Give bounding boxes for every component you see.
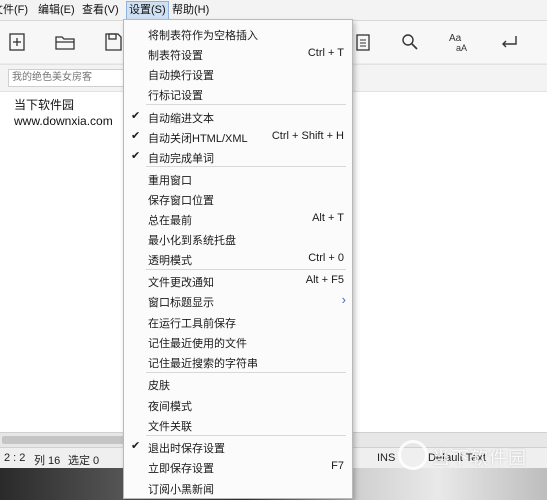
- menu-item-always-on-top[interactable]: 总在最前 Alt + T: [124, 208, 352, 228]
- status-position: 2 : 2: [4, 452, 26, 464]
- status-selected: 选定 0: [68, 455, 100, 467]
- menu-bar: 文件(F) 编辑(E) 查看(V) 设置(S) 帮助(H): [0, 0, 547, 21]
- menu-help[interactable]: 帮助(H): [172, 3, 209, 19]
- shortcut-label: Alt + T: [312, 212, 344, 224]
- return-icon[interactable]: [496, 29, 522, 55]
- svg-text:aA: aA: [456, 43, 467, 53]
- checkmark-icon: ✔: [131, 130, 141, 142]
- menu-item-word-wrap-settings[interactable]: 自动换行设置: [124, 63, 352, 83]
- menu-item-remember-recent-files[interactable]: 记住最近使用的文件: [124, 331, 352, 351]
- menu-item-save-window-position[interactable]: 保存窗口位置: [124, 188, 352, 208]
- checkmark-icon: ✔: [131, 150, 141, 162]
- menu-item-auto-indent[interactable]: ✔ 自动缩进文本: [124, 106, 352, 126]
- menu-item-minimize-to-tray[interactable]: 最小化到系统托盘: [124, 228, 352, 248]
- status-syntax: Default Text: [428, 452, 486, 464]
- menu-item-file-association[interactable]: 文件关联: [124, 414, 352, 434]
- menu-separator: [146, 104, 346, 105]
- settings-dropdown-menu: 将制表符作为空格插入 制表符设置 Ctrl + T 自动换行设置 行标记设置 ✔ 自…: [123, 19, 353, 499]
- menu-item-tab-settings[interactable]: 制表符设置 Ctrl + T: [124, 43, 352, 63]
- menu-item-save-before-tools[interactable]: 在运行工具前保存: [124, 311, 352, 331]
- menu-settings[interactable]: 设置(S): [126, 1, 169, 20]
- font-size-icon[interactable]: Aa aA: [447, 29, 473, 55]
- menu-item-auto-complete[interactable]: ✔ 自动完成单词: [124, 146, 352, 166]
- menu-item-save-settings-now[interactable]: 立即保存设置 F7: [124, 456, 352, 476]
- menu-item-line-marker-settings[interactable]: 行标记设置: [124, 83, 352, 103]
- shortcut-label: Ctrl + T: [307, 47, 344, 59]
- search-input[interactable]: [8, 69, 128, 87]
- new-file-icon[interactable]: [4, 29, 30, 55]
- status-insert-mode: INS: [377, 452, 396, 464]
- status-column: 列 16: [34, 455, 61, 467]
- menu-item-reuse-window[interactable]: 重用窗口: [124, 168, 352, 188]
- menu-edit[interactable]: 编辑(E): [38, 3, 75, 19]
- menu-item-auto-close-html[interactable]: ✔ 自动关闭HTML/XML Ctrl + Shift + H: [124, 126, 352, 146]
- shortcut-label: F7: [331, 460, 344, 472]
- search-icon[interactable]: [397, 29, 423, 55]
- menu-view[interactable]: 查看(V): [82, 3, 119, 19]
- menu-item-night-mode[interactable]: 夜间模式: [124, 394, 352, 414]
- menu-item-skin[interactable]: 皮肤: [124, 373, 352, 393]
- checkmark-icon: ✔: [131, 110, 141, 122]
- menu-item-remember-recent-searches[interactable]: 记住最近搜索的字符串: [124, 351, 352, 371]
- menu-item-save-settings-on-exit[interactable]: ✔ 退出时保存设置: [124, 436, 352, 456]
- menu-item-window-title-display[interactable]: 窗口标题显示 ›: [124, 290, 352, 310]
- menu-file[interactable]: 文件(F): [0, 3, 28, 19]
- checkmark-icon: ✔: [131, 440, 141, 452]
- menu-item-file-change-notify[interactable]: 文件更改通知 Alt + F5: [124, 270, 352, 290]
- chevron-right-icon: ›: [341, 292, 346, 307]
- editor-line[interactable]: 当下软件园: [14, 96, 74, 113]
- shortcut-label: Alt + F5: [305, 274, 344, 286]
- open-folder-icon[interactable]: [52, 29, 78, 55]
- menu-separator: [146, 166, 346, 167]
- shortcut-label: Ctrl + Shift + H: [271, 130, 344, 142]
- editor-line[interactable]: www.downxia.com: [14, 114, 113, 128]
- shortcut-label: Ctrl + 0: [308, 252, 344, 264]
- menu-item-subscribe-news[interactable]: 订阅小黑新闻: [124, 477, 352, 497]
- menu-item-transparent-mode[interactable]: 透明模式 Ctrl + 0: [124, 248, 352, 268]
- menu-item-insert-tab-as-spaces[interactable]: 将制表符作为空格插入: [124, 23, 352, 43]
- clipboard-icon[interactable]: [350, 29, 376, 55]
